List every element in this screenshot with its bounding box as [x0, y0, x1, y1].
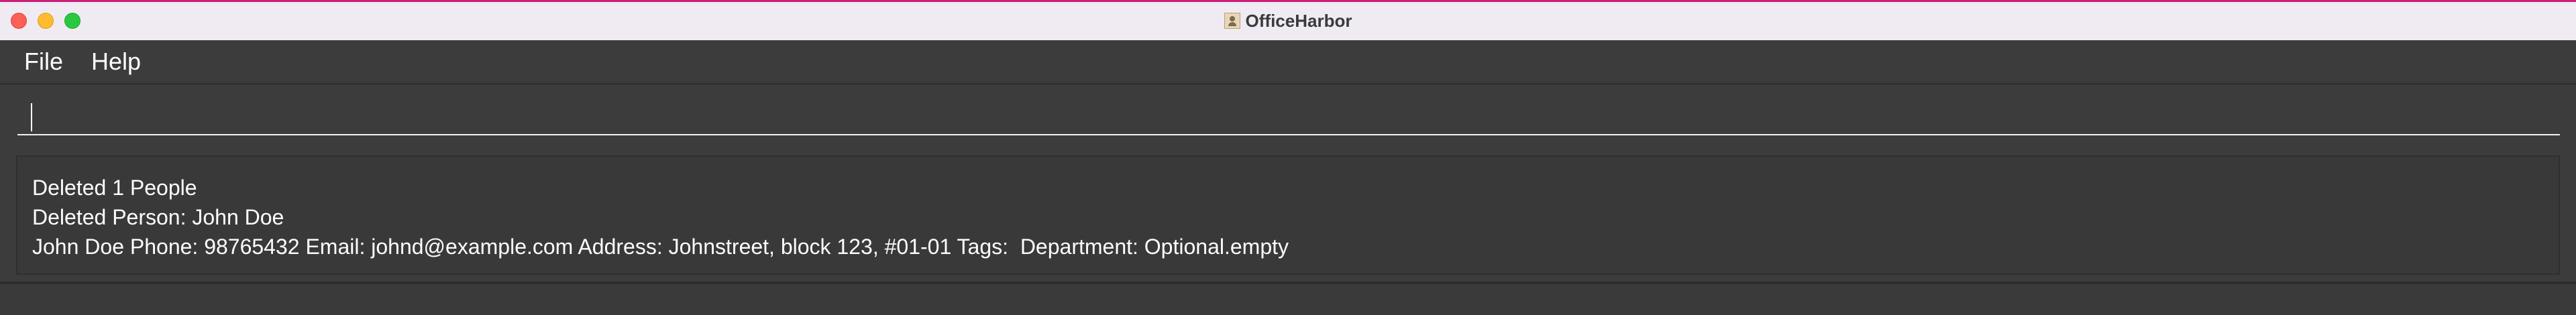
result-display-area: Deleted 1 People Deleted Person: John Do… [0, 147, 2576, 281]
menu-bar: File Help [0, 40, 2576, 83]
command-input[interactable] [17, 94, 2560, 135]
menu-file[interactable]: File [24, 48, 63, 76]
result-line: Deleted 1 People [32, 176, 197, 200]
title-bar: OfficeHarbor [0, 0, 2576, 40]
command-box-area [0, 83, 2576, 147]
result-line: Deleted Person: John Doe [32, 205, 284, 229]
menu-help[interactable]: Help [91, 48, 141, 76]
title-wrap: OfficeHarbor [0, 9, 2576, 33]
result-line: John Doe Phone: 98765432 Email: johnd@ex… [32, 235, 1289, 259]
contact-card-icon [1224, 13, 1240, 29]
window-title: OfficeHarbor [1245, 10, 1352, 31]
person-list-panel [0, 281, 2576, 315]
text-caret [31, 103, 32, 131]
app-window: OfficeHarbor File Help Deleted 1 People … [0, 0, 2576, 315]
result-display: Deleted 1 People Deleted Person: John Do… [16, 155, 2560, 275]
